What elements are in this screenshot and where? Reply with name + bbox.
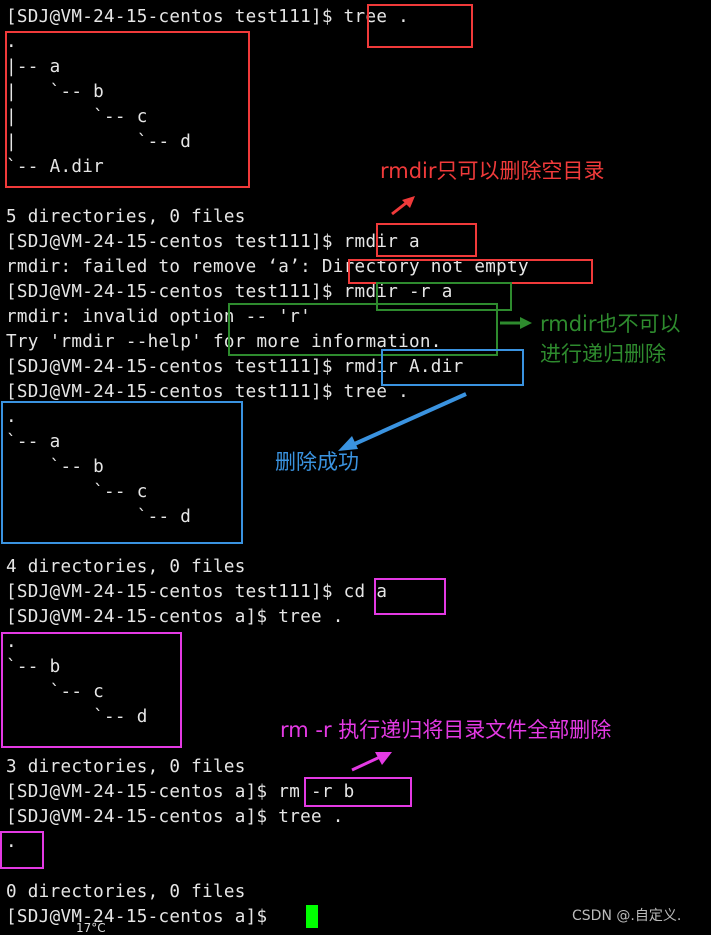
arrow-blue bbox=[338, 392, 467, 451]
arrow-magenta bbox=[351, 752, 392, 772]
terminal-cursor bbox=[306, 905, 318, 928]
arrow-green bbox=[500, 317, 532, 329]
arrow-red bbox=[391, 196, 415, 216]
csdn-watermark: CSDN @.自定义. bbox=[572, 908, 682, 924]
annotation-arrows bbox=[338, 196, 532, 772]
